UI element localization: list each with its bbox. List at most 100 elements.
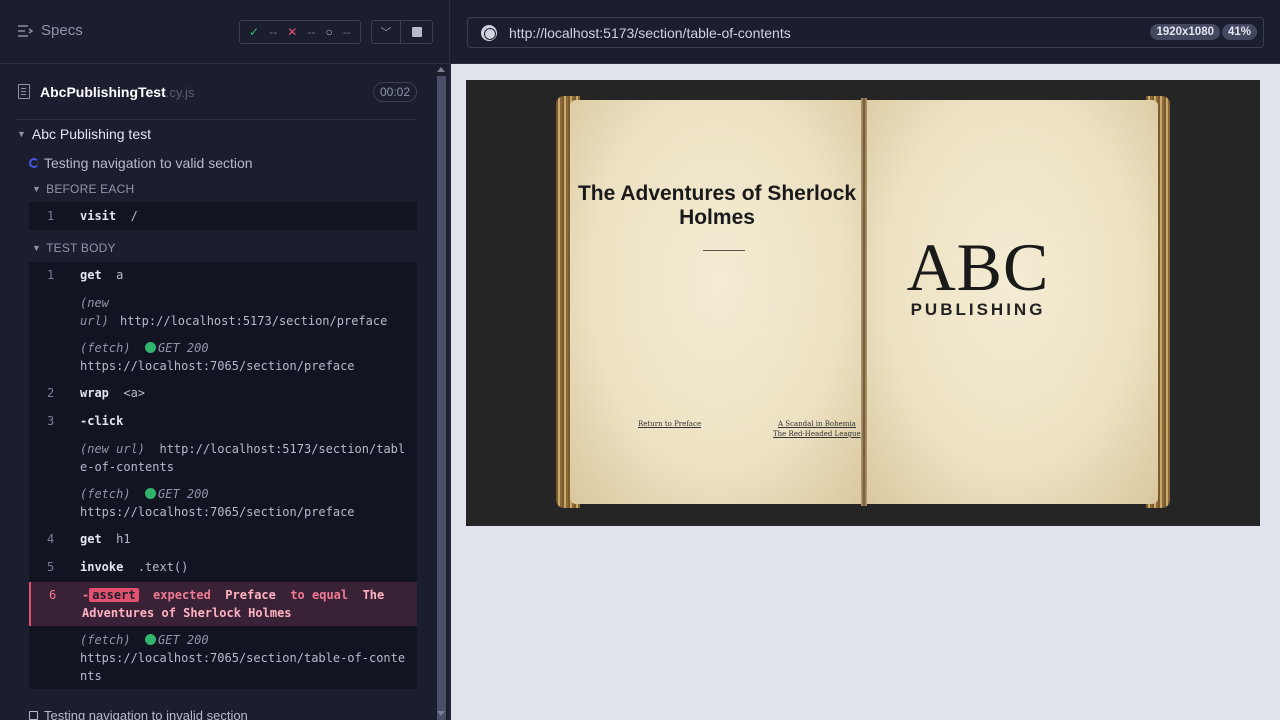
app-preview-panel: http://localhost:5173/section/table-of-c…: [451, 0, 1280, 720]
scroll-down-arrow-icon[interactable]: [437, 711, 445, 716]
duration-badge: 00:02: [372, 82, 417, 102]
event-label: (new url): [80, 442, 146, 456]
assert-actual: Preface: [225, 588, 276, 602]
status-dot-icon: [145, 488, 157, 499]
hook-test-body[interactable]: ▼ TEST BODY: [32, 241, 116, 255]
pending-count: --: [342, 25, 351, 39]
passed-check-icon: ✓: [249, 25, 260, 39]
scroll-up-arrow-icon[interactable]: [437, 67, 445, 72]
event-value: http://localhost:5173/section/preface: [120, 314, 388, 328]
test-stats: ✓ -- ✕ -- ○ --: [239, 20, 361, 44]
url-bar[interactable]: http://localhost:5173/section/table-of-c…: [467, 17, 1264, 48]
command-name: get: [80, 268, 102, 282]
page-heading: The Adventures of Sherlock Holmes: [577, 182, 857, 229]
chevron-down-icon: ▼: [32, 243, 42, 253]
command-name: get: [80, 532, 102, 546]
assert-error-row[interactable]: 6 - assert expected Preface to equal The …: [29, 582, 417, 626]
event-value: https://localhost:7065/section/table-of-…: [80, 651, 406, 683]
test-title-running[interactable]: Testing navigation to valid section: [29, 155, 253, 171]
book-spine: [861, 98, 867, 506]
event-label: (fetch): [80, 487, 131, 501]
event-status: GET 200: [158, 487, 209, 501]
event-label: (fetch): [80, 341, 131, 355]
passed-count: --: [269, 25, 278, 39]
pending-spinner-icon: ○: [325, 25, 333, 39]
command-arg: .text(): [137, 560, 189, 574]
logo-text: ABC: [906, 229, 1050, 305]
chevron-down-icon: ▼: [32, 184, 42, 194]
command-number: 1: [47, 268, 55, 282]
spec-file-name[interactable]: AbcPublishingTest.cy.js: [40, 84, 194, 100]
chevron-down-icon: ▼: [17, 129, 26, 139]
scrollbar-thumb[interactable]: [437, 76, 446, 720]
command-number: 6: [49, 588, 57, 602]
url-text: http://localhost:5173/section/table-of-c…: [509, 25, 791, 41]
pending-square-icon: [29, 711, 38, 720]
book-left-page: The Adventures of Sherlock Holmes Return…: [570, 100, 864, 504]
document-icon: [18, 84, 30, 99]
file-name: AbcPublishingTest: [40, 84, 166, 100]
command-number: 3: [47, 414, 55, 428]
url-bar-area: http://localhost:5173/section/table-of-c…: [451, 0, 1280, 64]
menu-icon: [18, 24, 33, 37]
event-value: https://localhost:7065/section/preface: [80, 359, 355, 373]
event-status: GET 200: [158, 633, 209, 647]
assert-text: to equal: [290, 588, 349, 602]
reporter-header: Specs ✓ -- ✕ -- ○ -- ﹀: [0, 0, 449, 64]
chapter-link[interactable]: The Red-Headed League: [773, 430, 861, 438]
command-log-panel: Specs ✓ -- ✕ -- ○ -- ﹀ AbcPublishingTest.cy…: [0, 0, 450, 720]
assert-badge: assert: [89, 588, 139, 602]
command-name: -click: [80, 414, 124, 428]
command-number: 4: [47, 532, 55, 546]
event-value: https://localhost:7065/section/preface: [80, 505, 355, 519]
event-status: GET 200: [158, 341, 209, 355]
suite-title[interactable]: ▼ Abc Publishing test: [17, 126, 151, 142]
spec-file-header: AbcPublishingTest.cy.js 00:02: [16, 76, 417, 120]
command-name: visit: [80, 209, 117, 223]
divider: [703, 250, 745, 251]
stop-button[interactable]: [401, 20, 433, 44]
book-right-page: ABC PUBLISHING: [864, 100, 1158, 504]
status-dot-icon: [145, 634, 157, 645]
collapse-button[interactable]: ﹀: [371, 20, 401, 44]
event-label: (fetch): [80, 633, 131, 647]
command-name: invoke: [80, 560, 124, 574]
command-arg: /: [130, 209, 138, 223]
status-dot-icon: [145, 342, 157, 353]
hook-before-each[interactable]: ▼ BEFORE EACH: [32, 182, 134, 196]
file-ext: .cy.js: [165, 85, 195, 100]
command-arg: h1: [116, 532, 131, 546]
command-number: 5: [47, 560, 55, 574]
hook-label: TEST BODY: [46, 241, 116, 255]
command-arg: a: [116, 268, 124, 282]
suite-label: Abc Publishing test: [31, 126, 151, 142]
test-label: Testing navigation to invalid section: [44, 708, 248, 720]
hook-label: BEFORE EACH: [46, 182, 135, 196]
command-number: 1: [47, 209, 55, 223]
command-name: wrap: [80, 386, 109, 400]
test-label: Testing navigation to valid section: [44, 155, 253, 171]
event-label: (new url): [80, 296, 109, 328]
command-number: 2: [47, 386, 55, 400]
test-body-commands: 1 get a (new url) http://localhost:5173/…: [29, 262, 417, 689]
chevron-down-icon: ﹀: [380, 27, 392, 39]
specs-toggle[interactable]: Specs: [17, 22, 83, 39]
aut-iframe: The Adventures of Sherlock Holmes Return…: [466, 80, 1260, 526]
zoom-badge[interactable]: 41%: [1221, 24, 1257, 40]
globe-icon: [481, 25, 497, 41]
assert-text: expected: [153, 588, 211, 602]
viewport-size-badge[interactable]: 1920x1080: [1150, 24, 1220, 40]
command-arg: <a>: [123, 386, 146, 400]
stop-icon: [411, 27, 422, 37]
test-title-pending[interactable]: Testing navigation to invalid section: [29, 708, 248, 720]
failed-count: --: [307, 25, 316, 39]
book-image: The Adventures of Sherlock Holmes Return…: [556, 96, 1170, 511]
return-to-preface-link[interactable]: Return to Preface: [638, 420, 701, 428]
specs-label: Specs: [41, 22, 83, 39]
chapter-link[interactable]: A Scandal in Bohemia: [778, 420, 856, 428]
scrollbar[interactable]: [433, 64, 449, 720]
failed-x-icon: ✕: [287, 25, 298, 39]
logo-subtext: PUBLISHING: [910, 300, 1046, 319]
before-each-commands: 1 visit /: [29, 202, 417, 230]
running-spinner-icon: [29, 158, 39, 168]
